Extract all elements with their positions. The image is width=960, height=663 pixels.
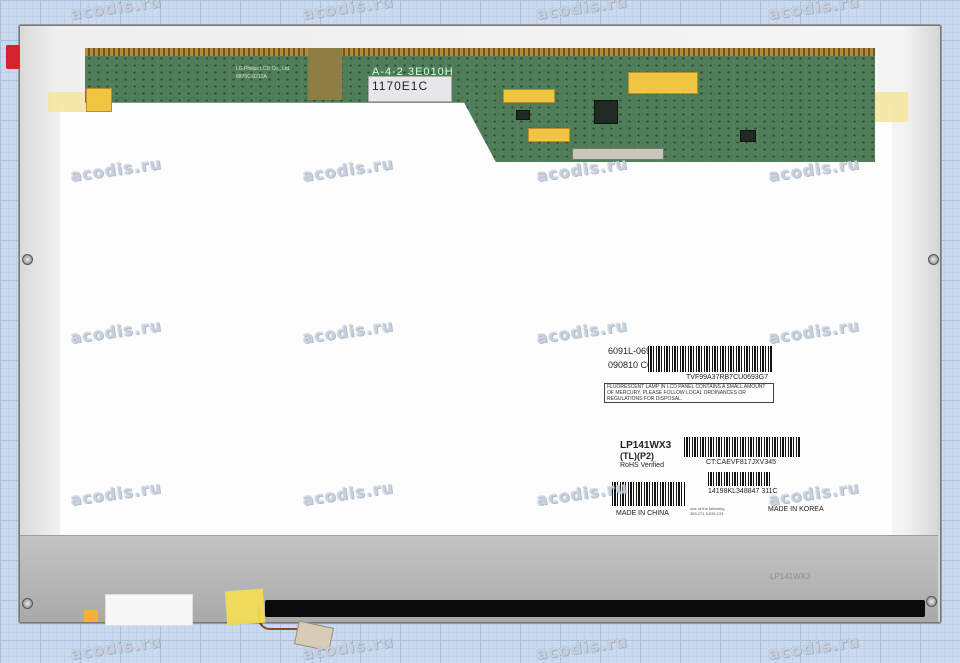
pcb-sticker <box>308 48 342 100</box>
watermark: acodis.ru <box>535 0 629 24</box>
watermark: acodis.ru <box>535 631 629 663</box>
black-cable-strip <box>265 600 925 617</box>
watermark: acodis.ru <box>69 631 163 663</box>
chip <box>516 110 530 120</box>
chip <box>740 130 756 142</box>
watermark: acodis.ru <box>301 0 395 24</box>
ct-code: CT:CAEVF817JXV345 <box>706 459 777 466</box>
orange-tab <box>84 610 98 622</box>
screw-icon <box>926 596 937 607</box>
bezel-text: LP141WX3 <box>770 572 811 581</box>
screw-icon <box>22 598 33 609</box>
white-tape <box>105 594 193 626</box>
made-in-china: MADE IN CHINA <box>616 510 669 517</box>
red-tab <box>6 45 20 69</box>
serial-top: TVF99A37RB7CU0693G7 <box>686 374 769 381</box>
watermark: acodis.ru <box>767 631 861 663</box>
gold-pad <box>86 88 112 112</box>
left-tape <box>48 92 86 112</box>
screw-icon <box>928 254 939 265</box>
screw-icon <box>22 254 33 265</box>
patent-text: one of the following 389,271 5,635,133 <box>690 506 725 516</box>
watermark: acodis.ru <box>767 0 861 24</box>
gold-pad <box>503 89 555 103</box>
model-suffix: (TL)(P2) <box>620 451 654 461</box>
rohs-text: RoHS Verified <box>620 462 664 469</box>
watermark: acodis.ru <box>69 0 163 24</box>
mercury-notice: FLUORESCENT LAMP IN LCD PANEL CONTAINS A… <box>607 384 766 402</box>
barcode <box>684 437 800 457</box>
barcode <box>648 346 772 372</box>
right-tape <box>872 92 908 122</box>
yellow-tape <box>224 588 266 626</box>
pcb-edge-contacts <box>85 48 875 56</box>
controller-chip <box>594 100 618 124</box>
model-name: LP141WX3 <box>620 440 672 451</box>
gold-pad <box>628 72 698 94</box>
gold-pad <box>528 128 570 142</box>
pcb-label-code: 1170E1C <box>372 79 429 93</box>
pcb-maker-text: LG.Philips LCD Co., Ltd. <box>236 66 291 72</box>
barcode <box>708 472 772 486</box>
pcb-model-text: 6870C-0212A <box>236 74 267 80</box>
